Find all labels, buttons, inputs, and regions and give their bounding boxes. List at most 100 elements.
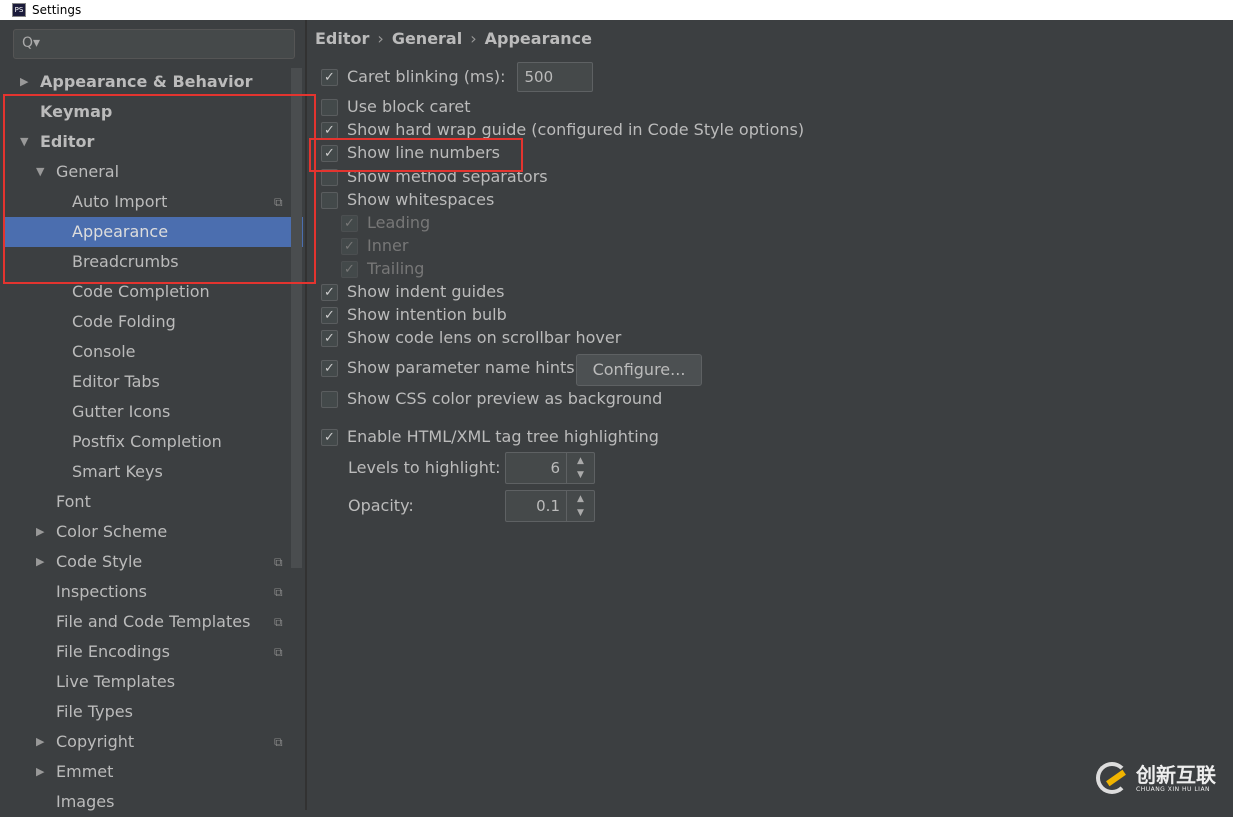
option-label: Show parameter name hints bbox=[347, 358, 575, 377]
option-label: Trailing bbox=[367, 259, 425, 278]
checkbox-checked-icon[interactable]: ✓ bbox=[321, 359, 338, 377]
tree-item-label: Code Style bbox=[56, 552, 143, 571]
option-checkbox[interactable]: ✓ Show parameter name hints bbox=[321, 357, 575, 379]
tree-item[interactable]: ▶ Code Style ⧉ bbox=[4, 547, 303, 577]
tree-item-label: Font bbox=[56, 492, 91, 511]
search-input[interactable]: Q▾ bbox=[13, 29, 295, 59]
tree-item-label: Emmet bbox=[56, 762, 114, 781]
tree-item[interactable]: File and Code Templates ⧉ bbox=[4, 607, 303, 637]
breadcrumb-item: Appearance bbox=[484, 29, 592, 48]
tree-item[interactable]: Smart Keys bbox=[4, 457, 303, 487]
highlight-box bbox=[3, 94, 316, 284]
collapsed-arrow-icon[interactable]: ▶ bbox=[36, 547, 44, 577]
option-checkbox[interactable]: ✓ Show intention bulb bbox=[321, 304, 507, 326]
option-checkbox[interactable]: ✓ Leading bbox=[341, 212, 430, 234]
tree-item-label: Appearance & Behavior bbox=[40, 72, 253, 91]
tree-item-label: Postfix Completion bbox=[72, 432, 222, 451]
opacity-spinner[interactable]: 0.1 ▲ ▼ bbox=[505, 490, 595, 522]
checkbox-unchecked-icon[interactable] bbox=[321, 98, 338, 116]
tree-item-label: Console bbox=[72, 342, 136, 361]
option-label: Show intention bulb bbox=[347, 305, 507, 324]
highlight-box bbox=[309, 138, 523, 172]
checkbox-unchecked-icon[interactable] bbox=[321, 191, 338, 209]
option-label: Enable HTML/XML tag tree highlighting bbox=[347, 427, 659, 446]
option-checkbox[interactable]: Show whitespaces bbox=[321, 189, 494, 211]
option-checkbox[interactable]: ✓ Inner bbox=[341, 235, 408, 257]
tree-item-label: Editor Tabs bbox=[72, 372, 160, 391]
tree-item[interactable]: ▶ Copyright ⧉ bbox=[4, 727, 303, 757]
logo-subtext: CHUANG XIN HU LIAN bbox=[1136, 785, 1211, 793]
option-checkbox[interactable]: ✓ Show code lens on scrollbar hover bbox=[321, 327, 621, 349]
breadcrumb-separator: › bbox=[470, 29, 477, 48]
configure-button[interactable]: Configure... bbox=[576, 354, 702, 386]
checkbox-checked-icon[interactable]: ✓ bbox=[321, 121, 338, 139]
tree-item[interactable]: Code Folding bbox=[4, 307, 303, 337]
tree-item[interactable]: File Encodings ⧉ bbox=[4, 637, 303, 667]
option-label: Leading bbox=[367, 213, 431, 232]
breadcrumb-item: General bbox=[391, 29, 463, 48]
checkbox-checked-icon[interactable]: ✓ bbox=[341, 260, 358, 278]
option-checkbox[interactable]: Show CSS color preview as background bbox=[321, 388, 662, 410]
spinner-arrows-icon[interactable]: ▲ ▼ bbox=[566, 491, 594, 521]
option-checkbox[interactable]: ✓ Trailing bbox=[341, 258, 424, 280]
option-checkbox[interactable]: Use block caret bbox=[321, 96, 470, 118]
checkbox-unchecked-icon[interactable] bbox=[321, 390, 338, 408]
tree-item[interactable]: Font bbox=[4, 487, 303, 517]
caret-blink-input[interactable]: 500 bbox=[517, 62, 594, 92]
checkbox-checked-icon[interactable]: ✓ bbox=[321, 428, 338, 446]
opacity-value: 0.1 bbox=[536, 497, 560, 515]
tree-item[interactable]: ▶ Color Scheme bbox=[4, 517, 303, 547]
project-scope-icon: ⧉ bbox=[274, 645, 283, 659]
opacity-label: Opacity: bbox=[348, 496, 414, 515]
option-checkbox[interactable]: ✓ Enable HTML/XML tag tree highlighting bbox=[321, 426, 659, 448]
collapsed-arrow-icon[interactable]: ▶ bbox=[36, 517, 44, 547]
watermark-logo: 创新互联 CHUANG XIN HU LIAN bbox=[1096, 762, 1216, 794]
option-label: Show CSS color preview as background bbox=[347, 389, 663, 408]
tree-item[interactable]: Postfix Completion bbox=[4, 427, 303, 457]
tree-item[interactable]: File Types bbox=[4, 697, 303, 727]
tree-item-label: File Encodings bbox=[56, 642, 170, 661]
checkbox-checked-icon[interactable]: ✓ bbox=[341, 237, 358, 255]
spinner-arrows-icon[interactable]: ▲ ▼ bbox=[566, 453, 594, 483]
checkbox-checked-icon[interactable]: ✓ bbox=[321, 283, 338, 301]
collapsed-arrow-icon[interactable]: ▶ bbox=[36, 757, 44, 787]
title-bar: PS Settings bbox=[0, 0, 1233, 20]
tree-item-label: Color Scheme bbox=[56, 522, 168, 541]
option-label: Inner bbox=[367, 236, 409, 255]
project-scope-icon: ⧉ bbox=[274, 585, 283, 599]
checkbox-checked-icon[interactable]: ✓ bbox=[321, 329, 338, 347]
tree-item[interactable]: Inspections ⧉ bbox=[4, 577, 303, 607]
levels-value: 6 bbox=[550, 459, 560, 477]
collapsed-arrow-icon[interactable]: ▶ bbox=[36, 727, 44, 757]
tree-item[interactable]: Editor Tabs bbox=[4, 367, 303, 397]
tree-item[interactable]: Images bbox=[4, 787, 303, 817]
tree-item[interactable]: ▶ Appearance & Behavior bbox=[4, 67, 303, 97]
tree-item-label: File Types bbox=[56, 702, 133, 721]
logo-text: 创新互联 bbox=[1136, 762, 1216, 787]
option-checkbox[interactable]: ✓ Show indent guides bbox=[321, 281, 504, 303]
project-scope-icon: ⧉ bbox=[274, 735, 283, 749]
option-checkbox[interactable]: ✓ Caret blinking (ms): 500 bbox=[321, 62, 594, 92]
tree-item-label: Gutter Icons bbox=[72, 402, 171, 421]
tree-item-label: File and Code Templates bbox=[56, 612, 251, 631]
checkbox-checked-icon[interactable]: ✓ bbox=[341, 214, 358, 232]
collapsed-arrow-icon[interactable]: ▶ bbox=[20, 67, 28, 97]
option-label: Use block caret bbox=[347, 97, 471, 116]
tree-item-label: Smart Keys bbox=[72, 462, 163, 481]
levels-spinner[interactable]: 6 ▲ ▼ bbox=[505, 452, 595, 484]
checkbox-checked-icon[interactable]: ✓ bbox=[321, 306, 338, 324]
tree-item[interactable]: Console bbox=[4, 337, 303, 367]
project-scope-icon: ⧉ bbox=[274, 555, 283, 569]
project-scope-icon: ⧉ bbox=[274, 615, 283, 629]
option-label: Caret blinking (ms): bbox=[347, 67, 506, 86]
breadcrumb-separator: › bbox=[377, 29, 384, 48]
tree-item-label: Copyright bbox=[56, 732, 135, 751]
tree-item[interactable]: Gutter Icons bbox=[4, 397, 303, 427]
option-label: Show code lens on scrollbar hover bbox=[347, 328, 622, 347]
tree-item[interactable]: Live Templates bbox=[4, 667, 303, 697]
window-title: Settings bbox=[32, 3, 82, 17]
tree-item[interactable]: ▶ Emmet bbox=[4, 757, 303, 787]
app-icon: PS bbox=[12, 3, 26, 17]
option-label: Show indent guides bbox=[347, 282, 505, 301]
checkbox-checked-icon[interactable]: ✓ bbox=[321, 68, 338, 86]
